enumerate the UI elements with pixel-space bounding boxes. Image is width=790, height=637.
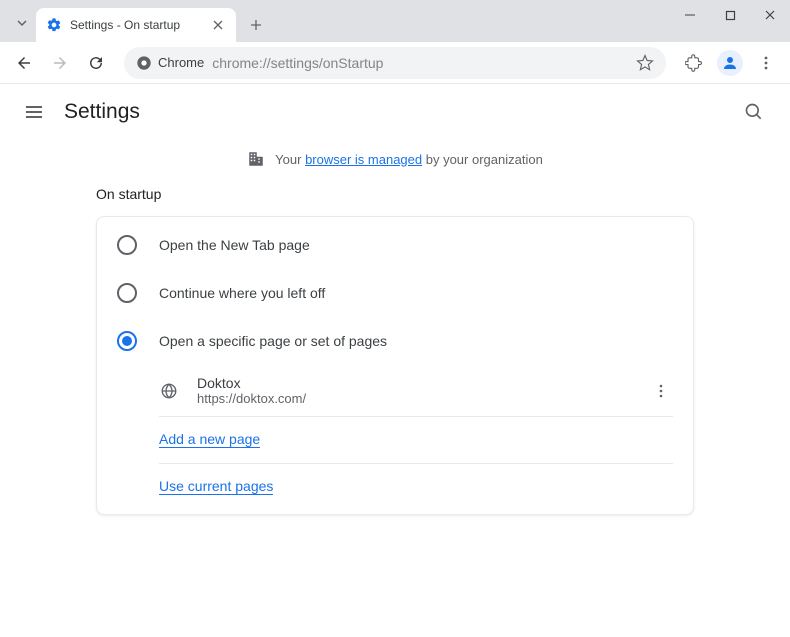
page-entry-name: Doktox xyxy=(197,375,631,391)
chrome-logo-icon xyxy=(136,55,152,71)
site-chip[interactable]: Chrome xyxy=(136,55,204,71)
browser-menu-button[interactable] xyxy=(750,47,782,79)
managed-link[interactable]: browser is managed xyxy=(305,152,422,167)
minimize-button[interactable] xyxy=(670,0,710,30)
option-label: Open a specific page or set of pages xyxy=(159,333,387,349)
radio-icon xyxy=(117,235,137,255)
address-bar[interactable]: Chrome chrome://settings/onStartup xyxy=(124,47,666,79)
content-area: On startup Open the New Tab page Continu… xyxy=(0,186,790,515)
page-entry-url: https://doktox.com/ xyxy=(197,391,631,406)
person-icon xyxy=(721,54,739,72)
use-current-pages-link[interactable]: Use current pages xyxy=(159,478,273,495)
managed-text: Your browser is managed by your organiza… xyxy=(275,152,543,167)
add-page-row: Add a new page xyxy=(97,417,693,463)
close-icon[interactable] xyxy=(210,17,226,33)
back-button[interactable] xyxy=(8,47,40,79)
browser-titlebar: Settings - On startup xyxy=(0,0,790,42)
address-url: chrome://settings/onStartup xyxy=(212,55,383,71)
use-current-row: Use current pages xyxy=(97,464,693,510)
option-new-tab[interactable]: Open the New Tab page xyxy=(97,221,693,269)
new-tab-button[interactable] xyxy=(242,11,270,39)
maximize-button[interactable] xyxy=(710,0,750,30)
startup-page-entry: Doktox https://doktox.com/ xyxy=(97,365,693,416)
reload-button[interactable] xyxy=(80,47,112,79)
page-title: Settings xyxy=(64,100,140,124)
option-label: Continue where you left off xyxy=(159,285,325,301)
bookmark-star-icon[interactable] xyxy=(636,54,654,72)
hamburger-menu-icon[interactable] xyxy=(20,98,48,126)
profile-avatar[interactable] xyxy=(714,47,746,79)
globe-icon xyxy=(159,381,179,401)
site-chip-label: Chrome xyxy=(158,55,204,70)
managed-banner: Your browser is managed by your organiza… xyxy=(0,140,790,186)
radio-icon xyxy=(117,283,137,303)
settings-gear-icon xyxy=(46,17,62,33)
add-new-page-link[interactable]: Add a new page xyxy=(159,431,260,448)
business-icon xyxy=(247,150,265,168)
window-controls xyxy=(670,0,790,42)
radio-icon xyxy=(117,331,137,351)
search-icon[interactable] xyxy=(738,96,770,128)
browser-tab-active[interactable]: Settings - On startup xyxy=(36,8,236,42)
extensions-icon[interactable] xyxy=(678,47,710,79)
startup-options-card: Open the New Tab page Continue where you… xyxy=(96,216,694,515)
forward-button[interactable] xyxy=(44,47,76,79)
tab-search-dropdown[interactable] xyxy=(8,6,36,40)
page-entry-more-icon[interactable] xyxy=(649,383,673,399)
option-specific-pages[interactable]: Open a specific page or set of pages xyxy=(97,317,693,365)
tab-title: Settings - On startup xyxy=(70,18,202,32)
browser-toolbar: Chrome chrome://settings/onStartup xyxy=(0,42,790,84)
window-close-button[interactable] xyxy=(750,0,790,30)
section-title: On startup xyxy=(96,186,694,202)
option-continue[interactable]: Continue where you left off xyxy=(97,269,693,317)
option-label: Open the New Tab page xyxy=(159,237,310,253)
settings-header: Settings xyxy=(0,84,790,140)
